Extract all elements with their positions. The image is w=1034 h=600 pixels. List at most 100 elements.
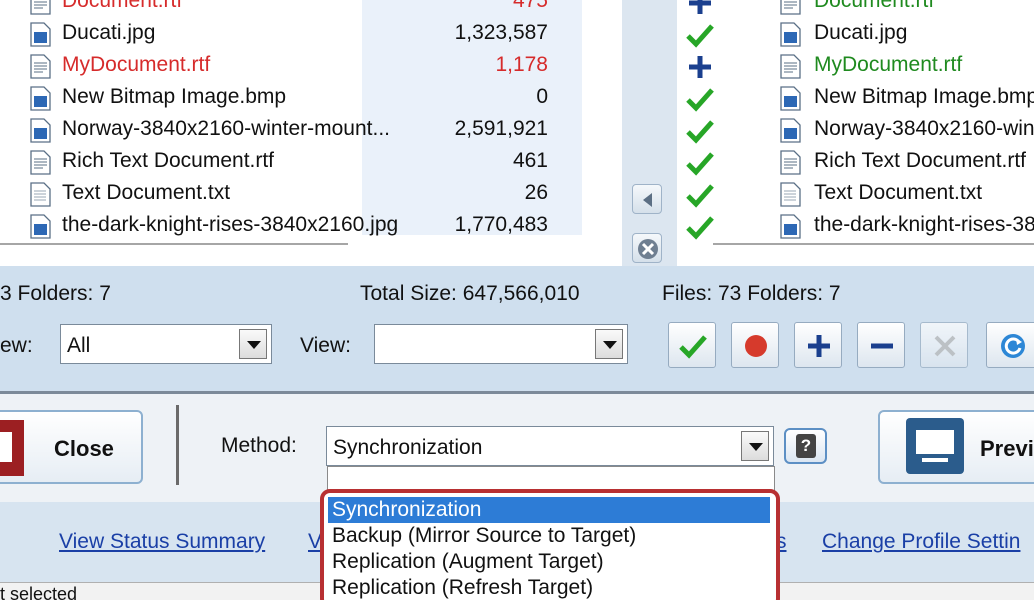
file-row[interactable]: New Bitmap Image.bmp bbox=[677, 83, 1034, 115]
file-name: the-dark-knight-rises-3840x2160.jpg bbox=[62, 213, 399, 236]
file-row[interactable]: MyDocument.rtf 1,178 bbox=[0, 51, 622, 83]
refresh-button[interactable] bbox=[986, 322, 1034, 368]
view-status-summary-link[interactable]: View Status Summary bbox=[59, 530, 265, 554]
right-horizontal-scrollbar[interactable] bbox=[713, 243, 1034, 245]
preview-button[interactable]: Previ bbox=[878, 410, 1034, 484]
close-button[interactable]: Close bbox=[0, 410, 143, 484]
arrow-left-icon bbox=[643, 193, 652, 207]
file-size: 461 bbox=[512, 149, 548, 172]
chevron-down-icon[interactable] bbox=[239, 329, 267, 359]
method-option-replication-refresh[interactable]: Replication (Refresh Target) bbox=[328, 575, 770, 600]
left-view-label: ew: bbox=[0, 334, 33, 357]
file-size: 1,178 bbox=[495, 53, 548, 76]
file-name: Ducati.jpg bbox=[62, 21, 156, 44]
method-value: Synchronization bbox=[333, 436, 483, 459]
file-row[interactable]: MyDocument.rtf bbox=[677, 51, 1034, 83]
file-name: MyDocument.rtf bbox=[62, 53, 211, 76]
file-name: Text Document.txt bbox=[62, 181, 231, 204]
file-name: Norway-3840x2160-winter-mount... bbox=[62, 117, 390, 140]
method-option-synchronization[interactable]: Synchronization bbox=[328, 497, 770, 523]
rtf-file-icon bbox=[30, 0, 51, 15]
monitor-icon bbox=[906, 418, 964, 474]
plus-icon bbox=[689, 56, 711, 78]
image-file-icon bbox=[780, 118, 801, 143]
method-dropdown-list[interactable]: Synchronization Backup (Mirror Source to… bbox=[320, 489, 780, 600]
check-icon bbox=[686, 24, 714, 48]
method-option-replication-augment[interactable]: Replication (Augment Target) bbox=[328, 549, 770, 575]
file-name: New Bitmap Image.bmp bbox=[814, 85, 1034, 108]
rtf-file-icon bbox=[780, 0, 801, 15]
check-icon bbox=[686, 120, 714, 144]
image-file-icon bbox=[30, 22, 51, 47]
image-file-icon bbox=[780, 22, 801, 47]
check-icon bbox=[686, 152, 714, 176]
file-name: Document.rtf bbox=[62, 0, 183, 12]
file-row[interactable]: Norway-3840x2160-winter-mount bbox=[677, 115, 1034, 147]
text-file-icon bbox=[780, 182, 801, 207]
image-file-icon bbox=[30, 118, 51, 143]
red-dot-icon bbox=[745, 335, 767, 357]
minus-icon bbox=[871, 343, 893, 349]
right-file-count: Files: 73 Folders: 7 bbox=[662, 282, 841, 305]
close-icon bbox=[0, 420, 24, 476]
file-size: 2,591,921 bbox=[454, 117, 548, 140]
file-size: 475 bbox=[512, 0, 548, 12]
check-icon bbox=[686, 216, 714, 240]
preview-button-label: Previ bbox=[980, 436, 1034, 461]
image-file-icon bbox=[780, 214, 801, 239]
file-name: Document.rtf bbox=[814, 0, 935, 12]
left-view-select[interactable]: All bbox=[60, 324, 272, 364]
chevron-down-icon[interactable] bbox=[741, 431, 769, 461]
rtf-file-icon bbox=[30, 150, 51, 175]
file-row[interactable]: Norway-3840x2160-winter-mount... 2,591,92… bbox=[0, 115, 622, 147]
left-horizontal-scrollbar[interactable] bbox=[0, 243, 348, 245]
help-button[interactable]: ? bbox=[784, 428, 827, 464]
file-row[interactable]: Ducati.jpg bbox=[677, 19, 1034, 51]
method-select[interactable]: Synchronization bbox=[326, 426, 774, 466]
file-row[interactable]: Ducati.jpg 1,323,587 bbox=[0, 19, 622, 51]
image-file-icon bbox=[780, 86, 801, 111]
file-name: Rich Text Document.rtf bbox=[814, 149, 1027, 172]
left-view-value: All bbox=[67, 334, 91, 357]
file-size: 1,770,483 bbox=[454, 213, 548, 236]
left-folder-count: 3 Folders: 7 bbox=[0, 282, 111, 305]
file-name: Ducati.jpg bbox=[814, 21, 908, 44]
file-row[interactable]: Text Document.txt bbox=[677, 179, 1034, 211]
file-name: Text Document.txt bbox=[814, 181, 983, 204]
check-icon bbox=[686, 88, 714, 112]
file-row[interactable]: Document.rtf bbox=[677, 0, 1034, 19]
right-view-select[interactable] bbox=[374, 324, 628, 364]
file-name: MyDocument.rtf bbox=[814, 53, 963, 76]
show-identical-button[interactable] bbox=[668, 322, 716, 368]
chevron-down-icon[interactable] bbox=[595, 329, 623, 359]
file-row[interactable]: the-dark-knight-rises-3840x2160 bbox=[677, 211, 1034, 243]
show-missing-button[interactable] bbox=[857, 322, 905, 368]
file-size: 0 bbox=[536, 85, 548, 108]
plus-icon bbox=[689, 0, 711, 14]
file-row[interactable]: Rich Text Document.rtf 461 bbox=[0, 147, 622, 179]
left-file-pane[interactable]: Document.rtf 475 Ducati.jpg 1,323,587 MyDocu… bbox=[0, 0, 622, 266]
file-row[interactable]: the-dark-knight-rises-3840x2160.jpg 1,770… bbox=[0, 211, 622, 243]
method-option-backup[interactable]: Backup (Mirror Source to Target) bbox=[328, 523, 770, 549]
method-label: Method: bbox=[221, 434, 297, 457]
image-file-icon bbox=[30, 86, 51, 111]
file-row[interactable]: Rich Text Document.rtf bbox=[677, 147, 1034, 179]
compare-status-column bbox=[622, 0, 677, 266]
show-excluded-button[interactable] bbox=[920, 322, 968, 368]
copy-left-button[interactable] bbox=[632, 184, 662, 214]
file-name: New Bitmap Image.bmp bbox=[62, 85, 287, 108]
plus-icon bbox=[808, 335, 830, 357]
change-profile-settings-link[interactable]: Change Profile Settin bbox=[822, 530, 1020, 554]
show-changed-button[interactable] bbox=[731, 322, 779, 368]
file-row[interactable]: New Bitmap Image.bmp 0 bbox=[0, 83, 622, 115]
check-icon bbox=[686, 184, 714, 208]
info-bar: 3 Folders: 7 Total Size: 647,566,010 Fil… bbox=[0, 266, 1034, 314]
show-new-button[interactable] bbox=[794, 322, 842, 368]
close-button-label: Close bbox=[54, 436, 114, 461]
status-marks bbox=[677, 0, 727, 240]
file-row[interactable]: Text Document.txt 26 bbox=[0, 179, 622, 211]
total-size: Total Size: 647,566,010 bbox=[360, 282, 580, 305]
file-row[interactable]: Document.rtf 475 bbox=[0, 0, 622, 19]
exclude-button[interactable] bbox=[632, 233, 662, 263]
right-file-pane[interactable]: Document.rtf Ducati.jpg MyDocument.rtf New … bbox=[677, 0, 1034, 266]
